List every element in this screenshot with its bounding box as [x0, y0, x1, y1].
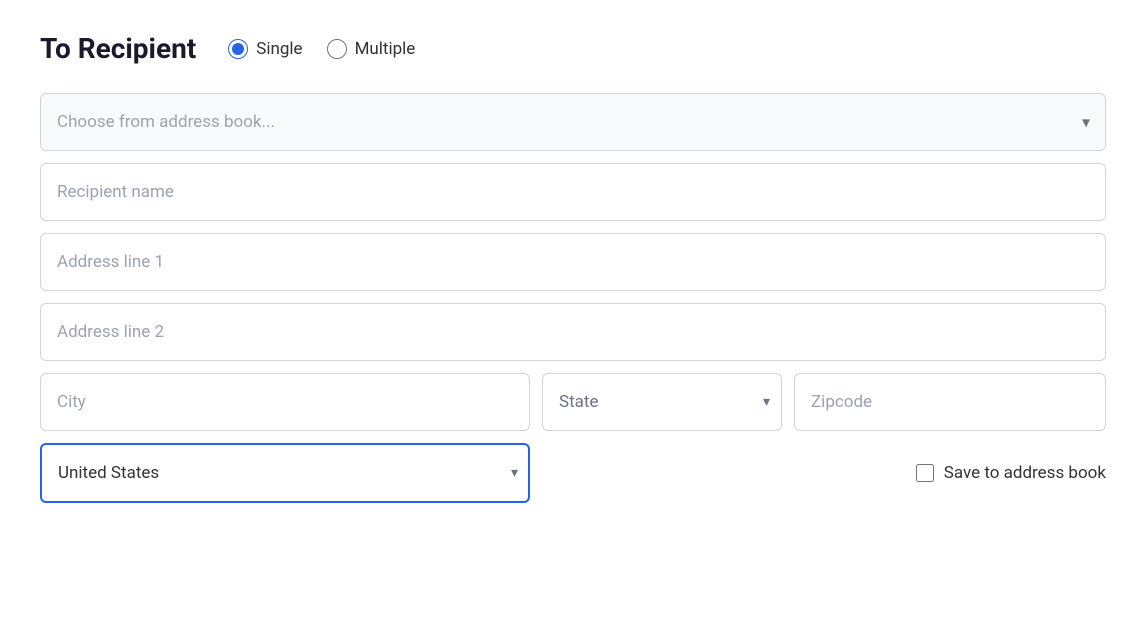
page-title: To Recipient — [40, 32, 196, 65]
city-input[interactable] — [40, 373, 530, 431]
state-select-wrapper: State Alabama Alaska Arizona California … — [542, 373, 782, 431]
single-radio-option[interactable]: Single — [228, 39, 302, 59]
multiple-radio-option[interactable]: Multiple — [327, 39, 416, 59]
single-radio-label: Single — [256, 39, 302, 59]
recipient-form: Choose from address book... ▾ State Alab… — [40, 93, 1106, 503]
country-select[interactable]: United States Canada United Kingdom Aust… — [40, 443, 530, 503]
save-address-checkbox[interactable] — [916, 464, 934, 482]
state-select[interactable]: State Alabama Alaska Arizona California … — [542, 373, 782, 431]
address-book-dropdown-wrapper: Choose from address book... ▾ — [40, 93, 1106, 151]
country-save-row: United States Canada United Kingdom Aust… — [40, 443, 1106, 503]
address-book-select[interactable]: Choose from address book... — [40, 93, 1106, 151]
recipient-type-radio-group: Single Multiple — [228, 39, 415, 59]
single-radio-input[interactable] — [228, 39, 248, 59]
country-select-wrapper: United States Canada United Kingdom Aust… — [40, 443, 530, 503]
save-address-label: Save to address book — [944, 463, 1106, 483]
city-state-zip-row: State Alabama Alaska Arizona California … — [40, 373, 1106, 431]
address-line1-input[interactable] — [40, 233, 1106, 291]
address-line2-input[interactable] — [40, 303, 1106, 361]
recipient-name-input[interactable] — [40, 163, 1106, 221]
zipcode-input[interactable] — [794, 373, 1106, 431]
save-address-wrapper: Save to address book — [916, 463, 1106, 483]
multiple-radio-input[interactable] — [327, 39, 347, 59]
multiple-radio-label: Multiple — [355, 39, 416, 59]
